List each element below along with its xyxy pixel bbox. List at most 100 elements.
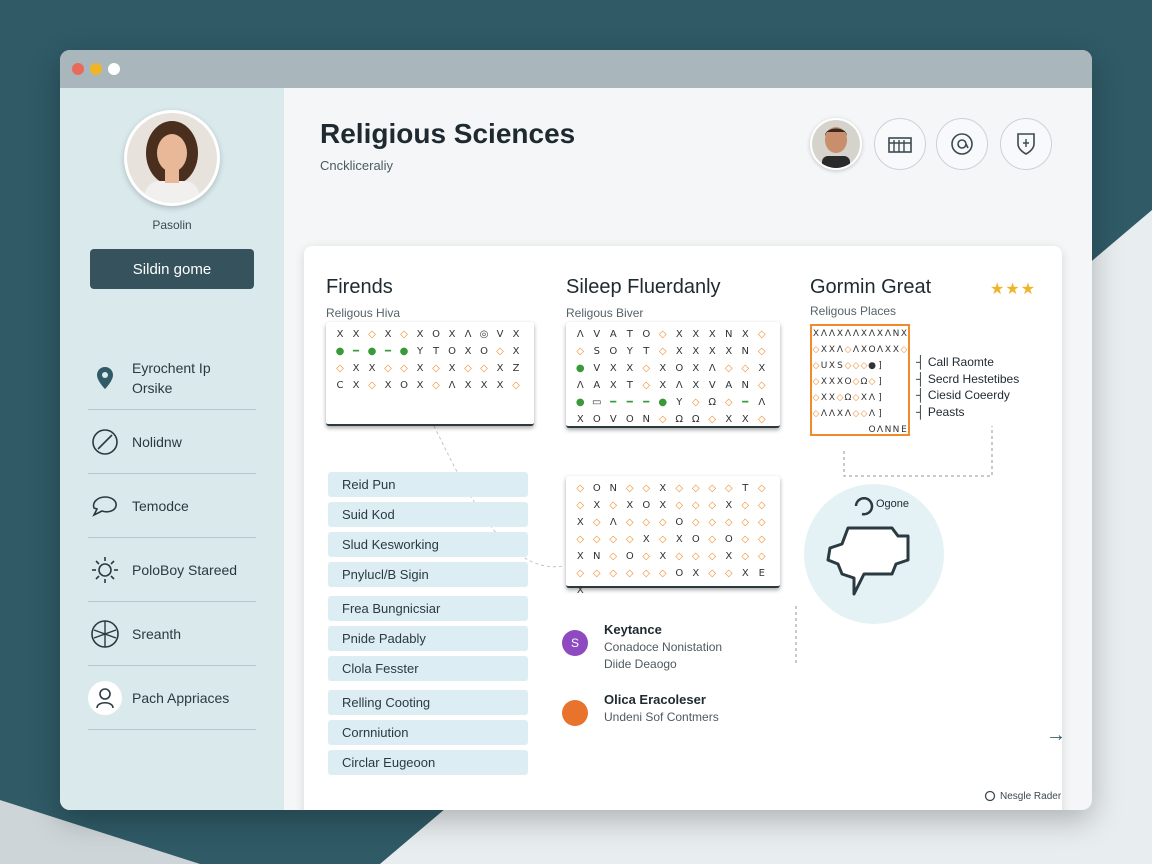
grid-cell[interactable]: ◇ [605,500,622,511]
security-button[interactable] [1000,118,1052,170]
legend-entry[interactable]: Olica Eracoleser Undeni Sof Contmers [562,692,719,726]
grid-cell[interactable]: O [671,363,688,374]
list-item[interactable]: Clola Fesster [328,656,528,681]
grid-cell[interactable]: ◇ [721,363,738,374]
grid-cell[interactable]: Λ [836,345,844,355]
grid-cell[interactable]: X [655,551,672,562]
grid-cell[interactable]: Λ [572,329,589,340]
grid-cell[interactable]: Ω [704,397,721,408]
list-item[interactable]: ┤ Peasts [916,404,1019,421]
list-item[interactable]: Cornniution [328,720,528,745]
grid-cell[interactable]: O [396,380,412,391]
grid-cell[interactable]: X [348,380,364,391]
grid-cell[interactable]: Λ [828,329,836,339]
grid-cell[interactable]: ━ [638,397,655,408]
next-arrow-button[interactable]: → [1046,724,1066,747]
grid-cell[interactable]: ◇ [754,329,771,340]
grid-cell[interactable]: V [589,329,606,340]
grid-cell[interactable]: ◇ [721,483,738,494]
grid-cell[interactable]: ◇ [754,517,771,528]
grid-cell[interactable]: X [836,377,844,387]
grid-cell[interactable]: ◇ [589,568,606,579]
grid-cell[interactable]: ◇ [844,361,852,371]
grid-cell[interactable]: ━ [380,346,396,357]
sidebar-item-temodce[interactable]: Temodce [88,474,256,538]
list-item[interactable]: Reid Pun [328,472,528,497]
grid-cell[interactable]: ◇ [836,393,844,403]
grid-cell[interactable]: ◇ [688,397,705,408]
grid-cell[interactable]: ◇ [638,483,655,494]
grid-cell[interactable]: X [380,380,396,391]
grid-cell[interactable]: ◇ [572,500,589,511]
grid-cell[interactable]: N [638,414,655,425]
word-grid[interactable]: Λ V A T O ◇ X X X N X ◇ ◇ S O Y T ◇ X X X X N ◇ ● V X X ◇ X O X Λ ◇ ◇ X Λ A X T… [566,322,780,428]
grid-cell[interactable]: Ω [688,414,705,425]
maximize-window-button[interactable] [108,63,120,75]
grid-cell[interactable]: O [622,551,639,562]
list-item[interactable]: ┤ Secrd Hestetibes [916,371,1019,388]
grid-cell[interactable]: C [332,380,348,391]
grid-cell[interactable]: Ω [844,393,852,403]
grid-cell[interactable]: ◇ [721,568,738,579]
grid-cell[interactable]: V [704,380,721,391]
grid-cell[interactable]: X [412,380,428,391]
grid-cell[interactable]: ● [868,361,876,371]
grid-cell[interactable]: Λ [884,329,892,339]
grid-cell[interactable]: ◇ [754,380,771,391]
grid-cell[interactable]: X [444,363,460,374]
grid-cell[interactable]: X [412,363,428,374]
grid-cell[interactable]: O [589,414,606,425]
grid-cell[interactable]: O [589,483,606,494]
grid-cell[interactable]: ◇ [605,568,622,579]
minimize-window-button[interactable] [90,63,102,75]
grid-cell[interactable]: Ω [860,377,868,387]
grid-cell[interactable]: X [721,551,738,562]
grid-cell[interactable]: X [460,346,476,357]
grid-cell[interactable]: X [860,393,868,403]
grid-cell[interactable]: ◇ [737,551,754,562]
grid-cell[interactable]: X [704,329,721,340]
grid-cell[interactable]: Ω [671,414,688,425]
grid-cell[interactable]: ◇ [655,346,672,357]
grid-cell[interactable]: ◇ [812,377,820,387]
grid-cell[interactable]: ◇ [655,568,672,579]
grid-cell[interactable]: X [655,483,672,494]
sidebar-item-pach[interactable]: Pach Appriaces [88,666,256,730]
grid-cell[interactable]: ◇ [638,363,655,374]
grid-cell[interactable]: ◇ [428,363,444,374]
grid-cell[interactable]: ━ [737,397,754,408]
list-item[interactable]: ┤ Ciesid Coeerdy [916,387,1019,404]
grid-cell[interactable]: ◇ [396,329,412,340]
grid-cell[interactable]: ◇ [589,517,606,528]
grid-cell[interactable]: X [380,329,396,340]
grid-cell[interactable]: ◇ [380,363,396,374]
grid-cell[interactable]: X [688,346,705,357]
grid-cell[interactable]: O [688,534,705,545]
grid-cell[interactable]: ◇ [655,329,672,340]
grid-cell[interactable]: Y [671,397,688,408]
grid-cell[interactable]: ◇ [721,517,738,528]
grid-cell[interactable]: ◇ [655,414,672,425]
grid-cell[interactable]: ● [332,346,348,357]
list-item[interactable]: Frea Bungnicsiar [328,596,528,621]
grid-cell[interactable]: Λ [876,425,884,435]
grid-cell[interactable]: ◇ [812,361,820,371]
grid-cell[interactable]: N [589,551,606,562]
grid-cell[interactable]: O [844,377,852,387]
grid-cell[interactable]: Λ [671,380,688,391]
grid-cell[interactable]: X [828,377,836,387]
grid-cell[interactable]: N [884,425,892,435]
grid-cell[interactable]: ◇ [900,345,908,355]
list-item[interactable]: Pnylucl/B Sigin [328,562,528,587]
header-avatar[interactable] [810,118,862,170]
grid-cell[interactable]: ● [572,363,589,374]
grid-cell[interactable]: X [884,345,892,355]
grid-cell[interactable]: Λ [704,363,721,374]
grid-cell[interactable]: ◇ [572,534,589,545]
grid-cell[interactable]: X [508,329,524,340]
grid-cell[interactable]: Y [622,346,639,357]
grid-cell[interactable]: ◇ [572,346,589,357]
grid-cell[interactable]: ◇ [754,551,771,562]
word-grid[interactable]: X X ◇ X ◇ X O X Λ ◎ V X ● ━ ● ━ ● Y T O X O ◇ X ◇ X X ◇ ◇ X ◇ X ◇ ◇ X Z C X ◇ X… [326,322,534,426]
grid-cell[interactable]: ◇ [868,377,876,387]
